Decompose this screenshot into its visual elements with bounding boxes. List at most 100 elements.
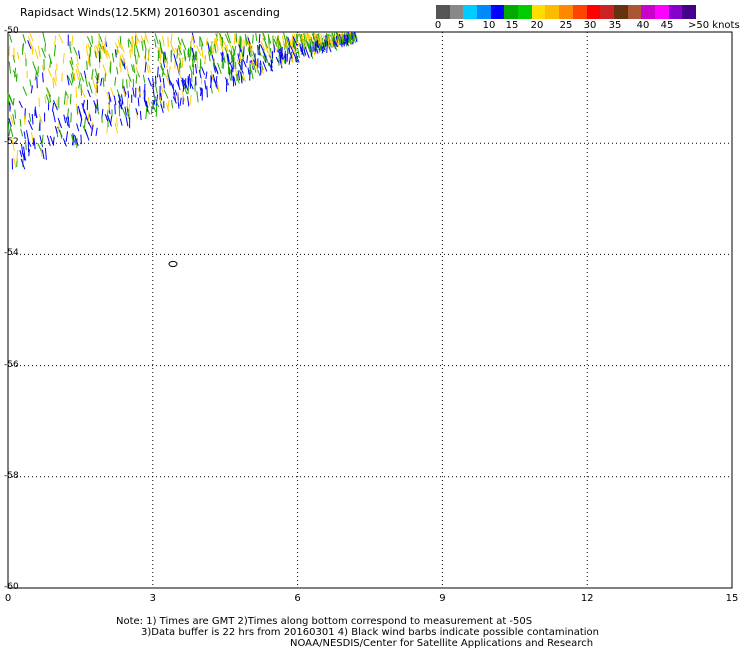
lon-label: 15 [725,593,739,604]
wind-barb [31,131,34,142]
wind-barb [259,60,262,69]
wind-barb [255,60,258,73]
wind-barb [100,78,103,86]
wind-barb [102,64,108,76]
wind-barb [8,61,12,74]
wind-barb [113,95,117,106]
wind-barb [80,72,85,82]
wind-barb [201,41,203,50]
wind-barb [250,70,254,80]
wind-barb [21,143,24,153]
lat-label: -50 [4,26,19,36]
wind-barb [283,32,286,41]
wind-barb [35,109,37,119]
lat-label: -58 [4,470,19,481]
wind-barb [33,137,36,150]
wind-barb [170,33,173,43]
wind-barb [22,34,27,44]
wind-barb [69,93,72,105]
wind-barb [52,111,56,123]
wind-barb [23,115,26,125]
wind-barb [119,36,122,45]
lon-label: 12 [580,593,594,604]
wind-barb [125,115,129,127]
wind-barb [80,83,82,96]
wind-barb [18,100,23,109]
wind-barb [87,89,91,98]
wind-barb [246,55,249,63]
wind-barb [205,38,208,46]
wind-barb [136,37,138,47]
wind-barb [135,66,139,75]
wind-barb [242,59,247,68]
wind-barb [62,52,65,64]
wind-barb [52,136,55,145]
wind-barb [257,44,259,55]
wind-barb [231,69,233,81]
wind-barb [199,61,202,73]
wind-barb [171,99,174,109]
wind-barb [102,45,105,54]
wind-barb [85,45,88,56]
note-line-1: Note: 1) Times are GMT 2)Times along bot… [116,616,533,627]
wind-barb [7,121,10,129]
wind-barb [189,65,193,74]
wind-barb [130,43,132,52]
wind-barb [187,96,190,107]
wind-barb [162,36,165,47]
wind-barb [77,105,82,118]
wind-barb [110,87,115,98]
wind-barb [162,78,165,89]
wind-barb [205,71,208,79]
wind-barb [116,67,119,75]
wind-barb [119,118,123,126]
wind-barb [118,105,121,117]
wind-barb [114,76,117,86]
wind-barb [41,134,44,146]
wind-barb [36,76,38,89]
lat-label: -56 [4,359,19,370]
wind-barb [166,69,169,78]
wind-barb [201,66,206,75]
wind-barb [32,61,36,70]
wind-barb [111,52,115,63]
wind-barb [131,64,134,72]
wind-barb [195,51,198,61]
wind-barb [49,60,51,69]
wind-barb [116,117,118,127]
wind-barb [250,43,252,56]
wind-barb [34,48,39,60]
wind-barb [177,37,181,46]
wind-barb [163,89,169,99]
wind-barb [221,51,223,62]
wind-barb [91,35,93,44]
wind-barb [136,54,139,66]
wind-barb [147,97,150,107]
wind-barb [179,97,182,106]
wind-barb [34,106,36,117]
wind-barb [258,34,261,44]
wind-map-page: Rapidsact Winds(12.5KM) 20160301 ascendi… [0,0,740,650]
wind-barb [131,42,134,55]
wind-barb [235,33,238,43]
wind-barb [89,114,92,122]
wind-barb [46,135,51,147]
wind-barb [42,32,46,43]
note-line-2: 3)Data buffer is 22 hrs from 20160301 4)… [141,627,599,638]
wind-barb [76,56,79,66]
wind-barb [119,61,122,73]
lon-label: 6 [294,593,301,604]
wind-barb [92,77,96,89]
wind-barb [126,97,129,109]
wind-barb [266,58,270,67]
wind-barb [126,65,129,75]
wind-barb [320,33,323,43]
wind-barb [201,48,204,58]
wind-barb [66,94,69,106]
wind-barb [196,57,199,69]
wind-barb [252,34,254,44]
contour-marker [168,260,178,268]
wind-barb [95,127,98,136]
wind-barb [52,77,55,89]
wind-barb [29,79,32,87]
